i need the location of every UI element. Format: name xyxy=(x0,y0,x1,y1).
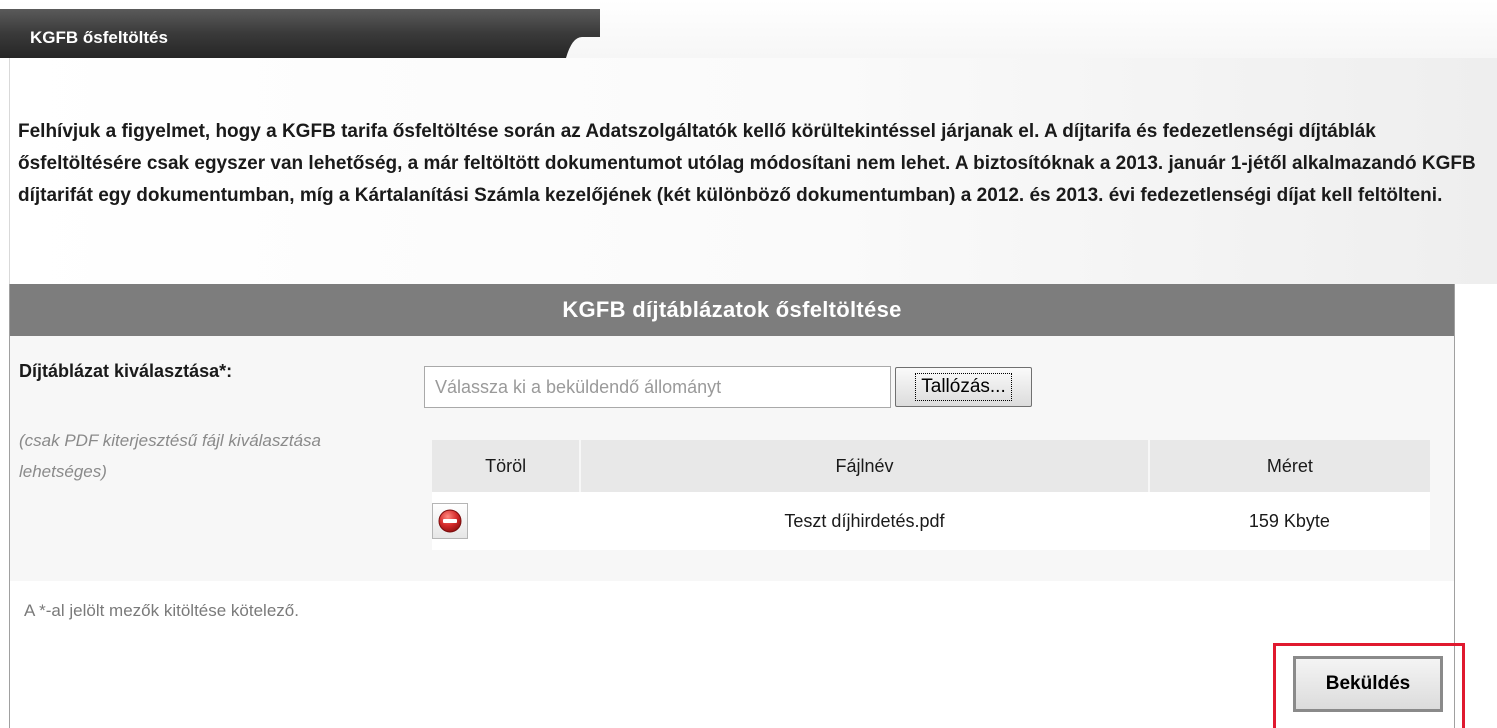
file-name-cell: Teszt díjhirdetés.pdf xyxy=(580,492,1149,550)
header-size: Méret xyxy=(1148,440,1430,492)
browse-button-label: Tallózás... xyxy=(915,373,1012,401)
tab-bar: KGFB ősfeltöltés xyxy=(0,0,1497,58)
notice-text: Felhívjuk a figyelmet, hogy a KGFB tarif… xyxy=(18,121,1476,206)
delete-icon xyxy=(438,509,462,533)
submit-button[interactable]: Beküldés xyxy=(1293,656,1443,712)
panel-title: KGFB díjtáblázatok ősfeltöltése xyxy=(10,284,1454,336)
header-filename: Fájlnév xyxy=(580,440,1150,492)
file-size-cell: 159 Kbyte xyxy=(1148,492,1430,550)
field-label: Díjtáblázat kiválasztása*: xyxy=(19,361,233,381)
required-fields-note: A *-al jelölt mezők kitöltése kötelező. xyxy=(24,601,299,620)
tab-title: KGFB ősfeltöltés xyxy=(30,28,168,47)
uploaded-files-table: Töröl Fájlnév Méret Teszt díjhirdetés.pd… xyxy=(432,440,1430,550)
upload-panel: KGFB díjtáblázatok ősfeltöltése Díjtáblá… xyxy=(9,284,1455,728)
table-header-row: Töröl Fájlnév Méret xyxy=(432,440,1430,492)
browse-button[interactable]: Tallózás... xyxy=(895,367,1032,407)
delete-cell xyxy=(432,492,581,550)
file-path-input[interactable] xyxy=(424,366,891,408)
notice-box: Felhívjuk a figyelmet, hogy a KGFB tarif… xyxy=(9,58,1497,284)
table-row: Teszt díjhirdetés.pdf 159 Kbyte xyxy=(432,492,1430,550)
field-hint: (csak PDF kiterjesztésű fájl kiválasztás… xyxy=(19,431,322,481)
header-delete: Töröl xyxy=(432,440,582,492)
delete-file-button[interactable] xyxy=(432,503,468,539)
tab-kgfb-upload[interactable]: KGFB ősfeltöltés xyxy=(0,9,600,58)
upload-form: Díjtáblázat kiválasztása*: (csak PDF kit… xyxy=(10,336,1454,581)
